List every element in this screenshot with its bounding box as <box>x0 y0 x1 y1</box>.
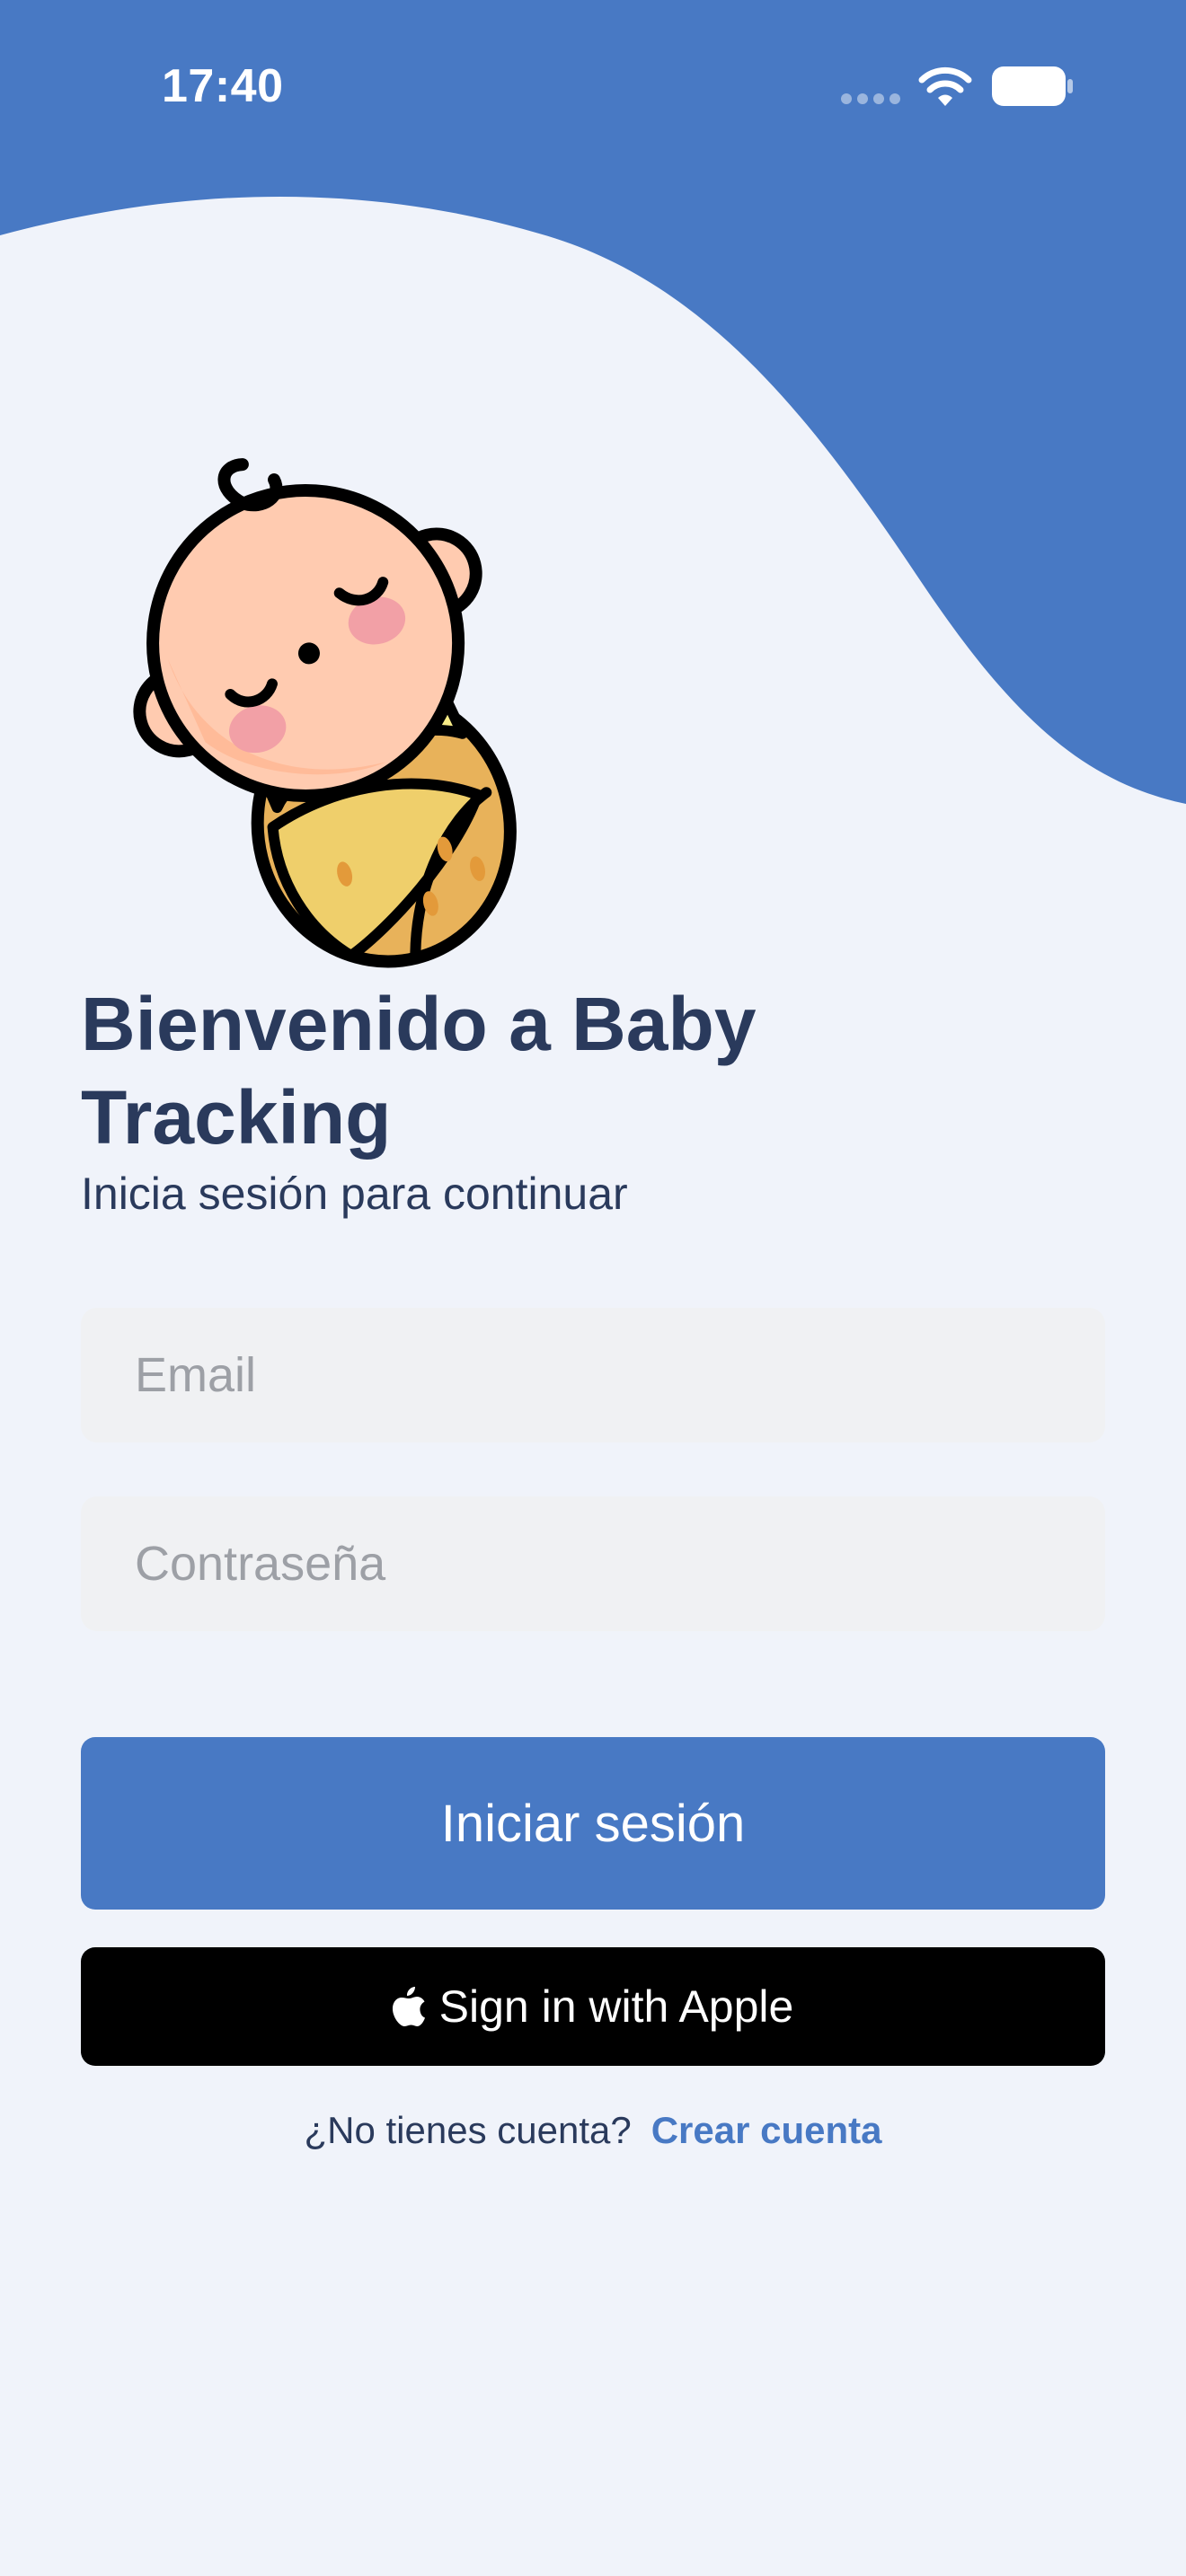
apple-logo-icon <box>392 1987 425 2026</box>
login-button[interactable]: Iniciar sesión <box>81 1737 1105 1910</box>
sleeping-baby-illustration <box>133 458 517 968</box>
create-account-link[interactable]: Crear cuenta <box>651 2109 882 2152</box>
welcome-subtitle: Inicia sesión para continuar <box>81 1169 628 1219</box>
welcome-title: Bienvenido a Baby Tracking <box>81 982 757 1160</box>
status-time: 17:40 <box>162 60 284 112</box>
email-field[interactable] <box>81 1308 1105 1442</box>
sign-in-with-apple-button[interactable]: Sign in with Apple <box>81 1947 1105 2066</box>
status-bar: 17:40 <box>0 0 1186 171</box>
apple-button-label: Sign in with Apple <box>438 1981 794 2032</box>
cellular-signal-icon <box>841 93 902 106</box>
battery-icon <box>992 66 1073 106</box>
login-screen: 17:40 Bienvenido a Baby Tracking Inicia … <box>0 0 1186 2576</box>
login-button-label: Iniciar sesión <box>440 1794 746 1853</box>
password-field[interactable] <box>81 1496 1105 1631</box>
signup-prompt-text: ¿No tienes cuenta? <box>304 2109 632 2151</box>
signup-prompt: ¿No tienes cuenta? Crear cuenta <box>0 2109 1186 2152</box>
wifi-icon <box>918 66 972 106</box>
